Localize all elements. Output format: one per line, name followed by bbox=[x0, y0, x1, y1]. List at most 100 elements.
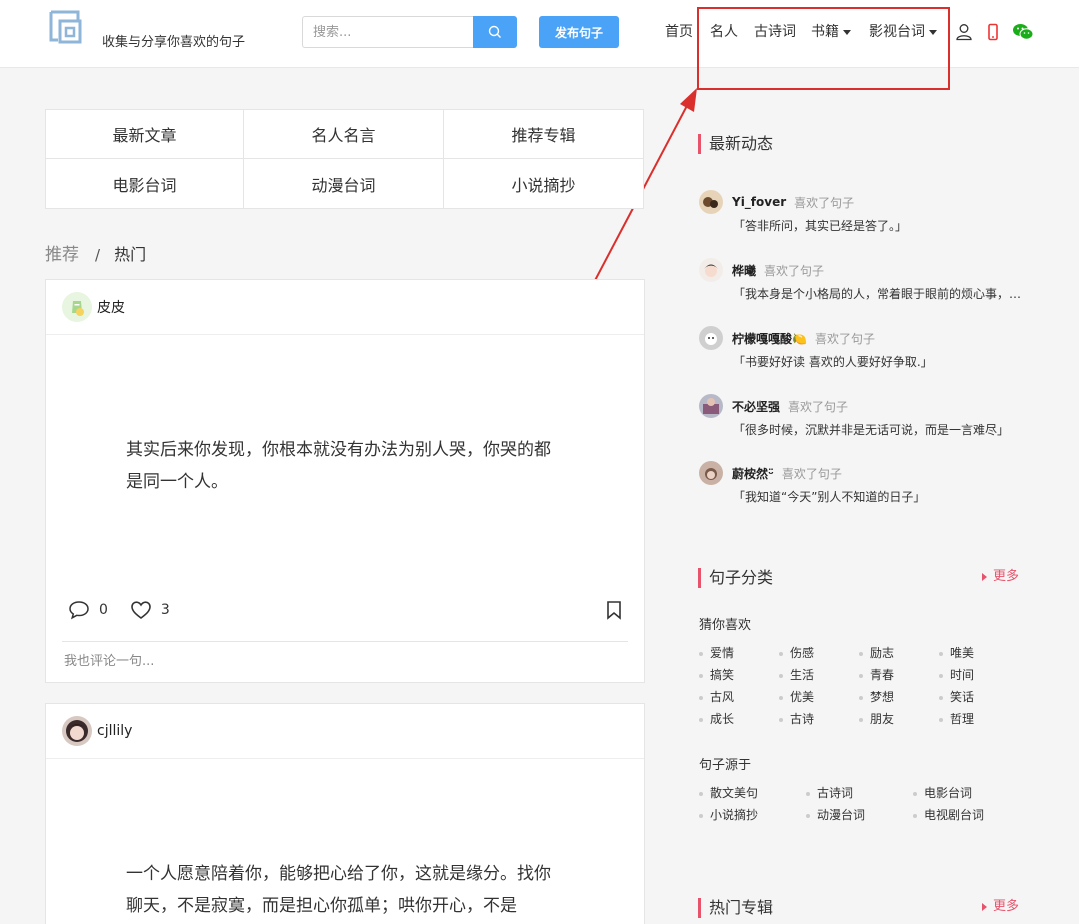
post-card: cjllily 一个人愿意陪着你，能够把心给了你，这就是缘分。找你聊天，不是寂寞… bbox=[45, 703, 645, 924]
category-tag[interactable]: 唯美 bbox=[939, 644, 1019, 662]
post-text: 一个人愿意陪着你，能够把心给了你，这就是缘分。找你聊天，不是寂寞，而是担心你孤单… bbox=[126, 864, 551, 916]
avatar[interactable] bbox=[62, 292, 92, 322]
activity-username[interactable]: 蔚桉然ᵕ̈ bbox=[732, 465, 774, 482]
search-input[interactable] bbox=[302, 16, 473, 48]
nav-home[interactable]: 首页 bbox=[665, 22, 693, 42]
comment-icon bbox=[69, 601, 89, 620]
activity-item: 不必坚强 喜欢了句子 「很多时候，沉默并非是无话可说，而是一言难尽」 bbox=[699, 394, 1029, 438]
activity-quote[interactable]: 「我本身是个小格局的人，常着眼于眼前的烦心事，总是放大生活中的不如意」 bbox=[733, 285, 1023, 302]
avatar[interactable] bbox=[62, 716, 92, 746]
tab-recommend[interactable]: 推荐 bbox=[45, 245, 79, 265]
source-tag[interactable]: 古诗词 bbox=[806, 784, 913, 802]
avatar[interactable] bbox=[699, 461, 723, 485]
category-famous-quotes[interactable]: 名人名言 bbox=[244, 110, 444, 159]
activity-quote[interactable]: 「答非所问，其实已经是答了。」 bbox=[733, 217, 1023, 234]
post-card-header: 皮皮 bbox=[46, 280, 644, 335]
bookmark-icon[interactable] bbox=[606, 600, 622, 620]
sentence-source-title: 句子源于 bbox=[699, 758, 752, 773]
chevron-down-icon bbox=[929, 29, 937, 35]
category-tag[interactable]: 时间 bbox=[939, 666, 1019, 684]
activity-action: 喜欢了句子 bbox=[794, 195, 855, 210]
chevron-down-icon bbox=[843, 29, 851, 35]
categories-more-link[interactable]: 更多 bbox=[982, 568, 1019, 586]
comment-button[interactable]: 0 bbox=[68, 600, 108, 620]
albums-more-link[interactable]: 更多 bbox=[982, 898, 1019, 916]
source-tag[interactable]: 电影台词 bbox=[913, 784, 1020, 802]
post-actions: 0 3 bbox=[68, 598, 622, 622]
caret-right-icon bbox=[982, 902, 987, 911]
user-icon[interactable] bbox=[954, 22, 974, 42]
avatar[interactable] bbox=[699, 394, 723, 418]
caret-right-icon bbox=[982, 572, 987, 581]
search-bar bbox=[302, 16, 517, 48]
category-tag[interactable]: 梦想 bbox=[859, 688, 939, 706]
category-tag[interactable]: 哲理 bbox=[939, 710, 1019, 728]
heart-icon bbox=[131, 601, 151, 620]
activity-quote[interactable]: 「很多时候，沉默并非是无话可说，而是一言难尽」 bbox=[733, 421, 1023, 438]
category-tag[interactable]: 古诗 bbox=[779, 710, 859, 728]
nav-celebrities[interactable]: 名人 bbox=[710, 22, 738, 42]
phone-icon[interactable] bbox=[983, 22, 1003, 42]
category-latest-articles[interactable]: 最新文章 bbox=[46, 110, 244, 159]
category-featured-albums[interactable]: 推荐专辑 bbox=[444, 110, 643, 159]
wechat-icon[interactable] bbox=[1012, 22, 1034, 42]
category-tag[interactable]: 爱情 bbox=[699, 644, 779, 662]
activity-item: 蔚桉然ᵕ̈ 喜欢了句子 「我知道“今天”别人不知道的日子」 bbox=[699, 461, 1029, 505]
source-tag[interactable]: 小说摘抄 bbox=[699, 806, 806, 824]
category-tag[interactable]: 古风 bbox=[699, 688, 779, 706]
category-grid: 最新文章 名人名言 推荐专辑 电影台词 动漫台词 小说摘抄 bbox=[45, 109, 644, 209]
source-tag[interactable]: 动漫台词 bbox=[806, 806, 913, 824]
hot-albums-title: 热门专辑 bbox=[698, 898, 773, 918]
nav-poetry[interactable]: 古诗词 bbox=[754, 22, 796, 42]
like-button[interactable]: 3 bbox=[130, 600, 170, 620]
feed-tabs: 推荐 / 热门 bbox=[45, 240, 146, 265]
site-tagline: 收集与分享你喜欢的句子 bbox=[102, 35, 246, 50]
post-username[interactable]: cjllily bbox=[97, 723, 132, 739]
category-tag[interactable]: 青春 bbox=[859, 666, 939, 684]
avatar[interactable] bbox=[699, 258, 723, 282]
category-tag[interactable]: 优美 bbox=[779, 688, 859, 706]
activity-quote[interactable]: 「书要好好读 喜欢的人要好好争取.」 bbox=[733, 353, 1023, 370]
activity-action: 喜欢了句子 bbox=[781, 466, 842, 481]
sentence-categories-title: 句子分类 bbox=[698, 568, 773, 588]
avatar[interactable] bbox=[699, 326, 723, 350]
source-tag-list: 散文美句 古诗词 电影台词 小说摘抄 动漫台词 电视剧台词 bbox=[699, 784, 1020, 824]
activity-quote[interactable]: 「我知道“今天”别人不知道的日子」 bbox=[733, 488, 1023, 505]
tab-separator: / bbox=[95, 246, 101, 264]
category-anime-lines[interactable]: 动漫台词 bbox=[244, 159, 444, 208]
source-tag[interactable]: 散文美句 bbox=[699, 784, 806, 802]
category-tag[interactable]: 励志 bbox=[859, 644, 939, 662]
search-button[interactable] bbox=[473, 16, 517, 48]
source-tag[interactable]: 电视剧台词 bbox=[913, 806, 1020, 824]
category-tag[interactable]: 搞笑 bbox=[699, 666, 779, 684]
activity-username[interactable]: Yi_fover bbox=[732, 195, 786, 209]
category-tag[interactable]: 朋友 bbox=[859, 710, 939, 728]
category-tag[interactable]: 笑话 bbox=[939, 688, 1019, 706]
nav-books-label: 书籍 bbox=[811, 24, 839, 40]
post-card-header: cjllily bbox=[46, 704, 644, 759]
publish-sentence-button[interactable]: 发布句子 bbox=[539, 16, 619, 48]
more-label: 更多 bbox=[993, 899, 1020, 914]
category-tag[interactable]: 成长 bbox=[699, 710, 779, 728]
category-tag[interactable]: 伤感 bbox=[779, 644, 859, 662]
activity-username[interactable]: 不必坚强 bbox=[732, 398, 780, 415]
activity-item: Yi_fover 喜欢了句子 「答非所问，其实已经是答了。」 bbox=[699, 190, 1029, 234]
activity-item: 桦曦 喜欢了句子 「我本身是个小格局的人，常着眼于眼前的烦心事，总是放大生活中的… bbox=[699, 258, 1029, 302]
logo-icon[interactable] bbox=[48, 10, 86, 46]
like-count: 3 bbox=[160, 602, 170, 618]
activity-item: 柠檬嘎嘎酸🍋 喜欢了句子 「书要好好读 喜欢的人要好好争取.」 bbox=[699, 326, 1029, 370]
category-tag[interactable]: 生活 bbox=[779, 666, 859, 684]
search-icon bbox=[488, 25, 501, 38]
post-text: 其实后来你发现，你根本就没有办法为别人哭，你哭的都是同一个人。 bbox=[126, 440, 551, 492]
category-novel-excerpts[interactable]: 小说摘抄 bbox=[444, 159, 643, 208]
post-username[interactable]: 皮皮 bbox=[97, 297, 125, 317]
comment-input[interactable]: 我也评论一句... bbox=[62, 641, 628, 681]
activity-username[interactable]: 桦曦 bbox=[732, 262, 756, 279]
nav-books-dropdown[interactable]: 书籍 bbox=[811, 22, 851, 42]
nav-film-lines-dropdown[interactable]: 影视台词 bbox=[869, 22, 937, 42]
guess-you-like-title: 猜你喜欢 bbox=[699, 618, 752, 633]
tab-hot[interactable]: 热门 bbox=[114, 245, 146, 264]
category-movie-lines[interactable]: 电影台词 bbox=[46, 159, 244, 208]
avatar[interactable] bbox=[699, 190, 723, 214]
activity-username[interactable]: 柠檬嘎嘎酸🍋 bbox=[732, 330, 807, 347]
